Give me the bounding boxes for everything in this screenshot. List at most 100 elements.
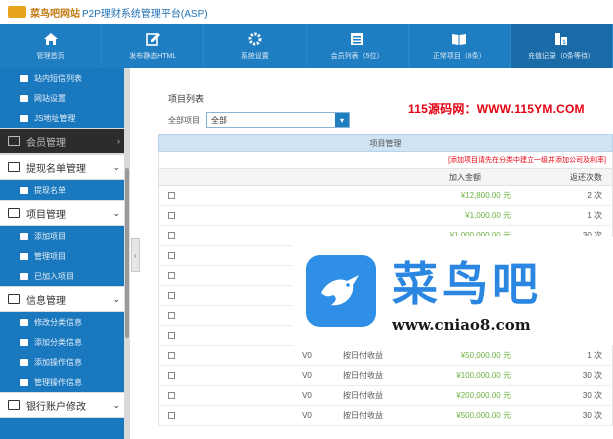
row-checkbox[interactable]: [167, 232, 175, 239]
amount-value: ¥12,800.00: [460, 191, 501, 200]
row-checkbox[interactable]: [167, 332, 175, 339]
table-row: V0 按日付收益 ¥100,000.00 元 30 次: [158, 366, 613, 386]
nav-item-publish-html[interactable]: 发布静态HTML: [102, 24, 205, 68]
watermark-cn: 菜鸟吧: [392, 257, 542, 311]
currency-suffix: 元: [503, 351, 511, 360]
sidebar: 站内短信列表网站设置 JS地址管理会员管理 › 提现名单管理 ⌄ 提现名单 项目管理 ⌄ 添加项…: [0, 68, 130, 439]
nav-label: 系统设置: [240, 53, 269, 60]
amount-cell: ¥12,800.00 元: [391, 190, 521, 201]
row-checkbox[interactable]: [167, 392, 175, 399]
table-row: V0 按日付收益 ¥500,000.00 元 30 次: [158, 406, 613, 426]
table-row: ¥12,800.00 元 2 次: [158, 186, 613, 206]
amount-value: ¥100,000.00: [456, 371, 501, 380]
sidebar-section-header[interactable]: 项目管理 ⌄: [0, 200, 130, 226]
money-icon: $: [555, 33, 568, 46]
sidebar-section-header[interactable]: 信息管理 ⌄: [0, 286, 130, 312]
sidebar-subitem[interactable]: 已加入项目: [0, 266, 130, 286]
nav-item-members[interactable]: 会员列表（5位）: [307, 24, 409, 68]
table-title: 项目管理: [158, 134, 613, 152]
row-checkbox[interactable]: [167, 252, 175, 259]
table-header: 加入金额 返还次数: [158, 168, 613, 186]
folder-icon: [20, 94, 28, 102]
sidebar-section-header[interactable]: 提现名单管理 ⌄: [0, 154, 130, 180]
amount-value: ¥1,000.00: [465, 211, 501, 220]
sidebar-subitem[interactable]: 管理项目: [0, 246, 130, 266]
currency-suffix: 元: [503, 391, 511, 400]
sidebar-subitem-label: 添加项目: [34, 231, 66, 241]
sidebar-subitem[interactable]: 网站设置: [0, 88, 130, 108]
amount-cell: ¥50,000.00 元: [391, 350, 521, 361]
sidebar-section-header[interactable]: 银行账户修改 ⌄: [0, 392, 130, 418]
nav-item-home[interactable]: 管理首页: [0, 24, 103, 68]
amount-cell: ¥1,000.00 元: [391, 210, 521, 221]
chevron-right-icon: ›: [117, 136, 120, 146]
table-row: V0 按日付收益 ¥200,000.00 元 30 次: [158, 386, 613, 406]
nav-item-recharge[interactable]: $ 充值记录（0条等待）: [510, 24, 613, 68]
watermark: 菜鸟吧 www.cniao8.com: [292, 236, 613, 346]
svg-text:$: $: [563, 39, 567, 46]
row-checkbox-cell: [159, 312, 183, 319]
sidebar-subitem[interactable]: 修改分类信息: [0, 312, 130, 332]
level-cell: V0: [302, 351, 312, 360]
sidebar-subitem[interactable]: 管理操作信息: [0, 372, 130, 392]
sidebar-subitem[interactable]: 站内短信列表: [0, 68, 130, 88]
amount-value: ¥200,000.00: [456, 391, 501, 400]
gear-icon: [248, 32, 262, 46]
bird-logo-icon: [306, 255, 376, 327]
row-checkbox-cell: [159, 372, 183, 379]
home-icon: [43, 33, 58, 45]
row-checkbox[interactable]: [167, 352, 175, 359]
sidebar-section-label: 信息管理: [26, 295, 66, 307]
sidebar-subitem[interactable]: 添加项目: [0, 226, 130, 246]
currency-suffix: 元: [503, 411, 511, 420]
sidebar-subitem-label: 站内短信列表: [34, 73, 82, 83]
nav-label: 发布静态HTML: [129, 53, 177, 60]
folder-icon: [20, 358, 28, 366]
sidebar-subitem-label: 添加分类信息: [34, 337, 82, 347]
nav-item-settings[interactable]: 系统设置: [204, 24, 307, 68]
sidebar-subitem-label: 管理项目: [34, 251, 66, 261]
nav-item-projects[interactable]: 正常项目（8条）: [409, 24, 511, 68]
repay-type-cell: 按日付收益: [343, 351, 383, 360]
row-checkbox[interactable]: [167, 212, 175, 219]
app-title: P2P理财系统管理平台(ASP): [82, 8, 208, 20]
sidebar-collapse-handle[interactable]: ‹: [131, 238, 140, 272]
nav-label: 会员列表（5位）: [330, 53, 384, 60]
chevron-down-icon: ⌄: [112, 161, 120, 172]
sidebar-subitem[interactable]: 提现名单: [0, 180, 130, 200]
sidebar-subitem[interactable]: 添加分类信息: [0, 332, 130, 352]
row-checkbox-cell: [159, 212, 183, 219]
row-checkbox[interactable]: [167, 412, 175, 419]
amount-value: ¥500,000.00: [456, 411, 501, 420]
row-checkbox[interactable]: [167, 372, 175, 379]
sidebar-section-label: 银行账户修改: [26, 401, 86, 413]
sidebar-subitem-label: 已加入项目: [34, 271, 74, 281]
chevron-down-icon[interactable]: ▾: [335, 113, 349, 127]
row-checkbox[interactable]: [167, 312, 175, 319]
amount-value: ¥50,000.00: [460, 351, 501, 360]
chevron-down-icon: ⌄: [112, 399, 120, 410]
sidebar-subitem[interactable]: JS地址管理: [0, 108, 130, 128]
monitor-icon: [8, 162, 20, 172]
monitor-icon: [8, 208, 20, 218]
row-checkbox[interactable]: [167, 292, 175, 299]
sidebar-subitem[interactable]: 添加操作信息: [0, 352, 130, 372]
row-checkbox[interactable]: [167, 192, 175, 199]
monitor-icon: [8, 136, 20, 146]
sidebar-scroll-thumb[interactable]: [125, 168, 129, 338]
table-row: ¥1,000.00 元 1 次: [158, 206, 613, 226]
currency-suffix: 元: [503, 191, 511, 200]
count-cell: 2 次: [587, 191, 602, 200]
project-category-select[interactable]: 全部 ▾: [206, 112, 350, 128]
folder-icon: [20, 186, 28, 194]
add-project-notice[interactable]: [添加项目请先在分类中建立一级并添加公司及利率]: [158, 152, 613, 168]
row-checkbox[interactable]: [167, 272, 175, 279]
amount-cell: ¥500,000.00 元: [391, 410, 521, 421]
nav-label: 管理首页: [36, 53, 65, 60]
chevron-down-icon: ⌄: [112, 207, 120, 218]
monitor-icon: [8, 400, 20, 410]
sidebar-section-header[interactable]: 会员管理 ›: [0, 128, 130, 154]
currency-suffix: 元: [503, 211, 511, 220]
nav-label: 充值记录（0条等待）: [527, 53, 595, 60]
sidebar-section-label: 会员管理: [26, 137, 66, 149]
